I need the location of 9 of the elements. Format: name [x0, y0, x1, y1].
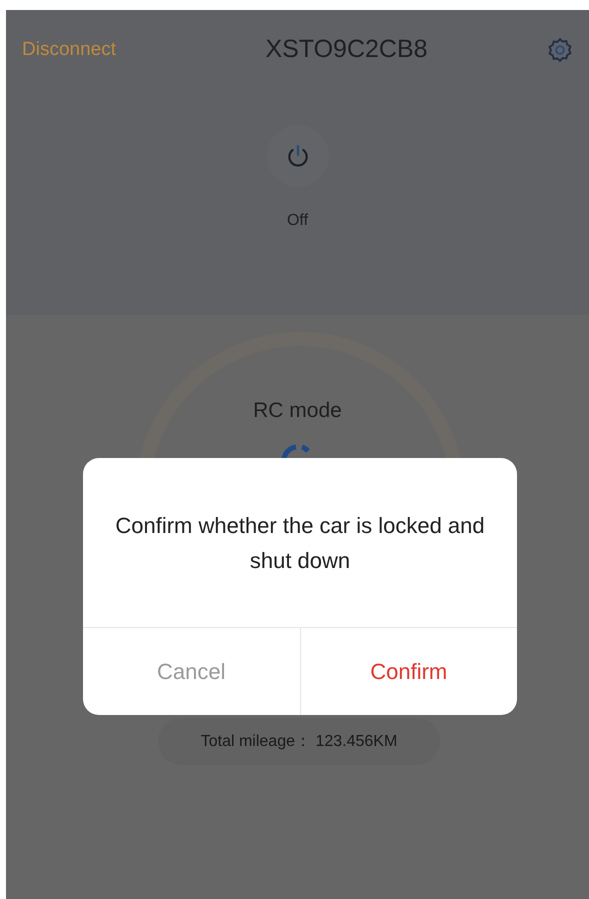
power-status: Off	[286, 211, 308, 231]
device-title: XSTO9C2CB8	[265, 34, 428, 66]
confirm-button[interactable]: Confirm	[300, 628, 517, 715]
disconnect-link[interactable]: Disconnect	[22, 36, 116, 64]
settings-icon[interactable]	[546, 37, 573, 63]
dialog-message: Confirm whether the car is locked and shut down	[114, 512, 486, 574]
mileage-text: Total mileage： 123.456KM	[200, 732, 398, 752]
cancel-button[interactable]: Cancel	[83, 628, 300, 715]
mode-label: RC mode	[253, 398, 342, 424]
